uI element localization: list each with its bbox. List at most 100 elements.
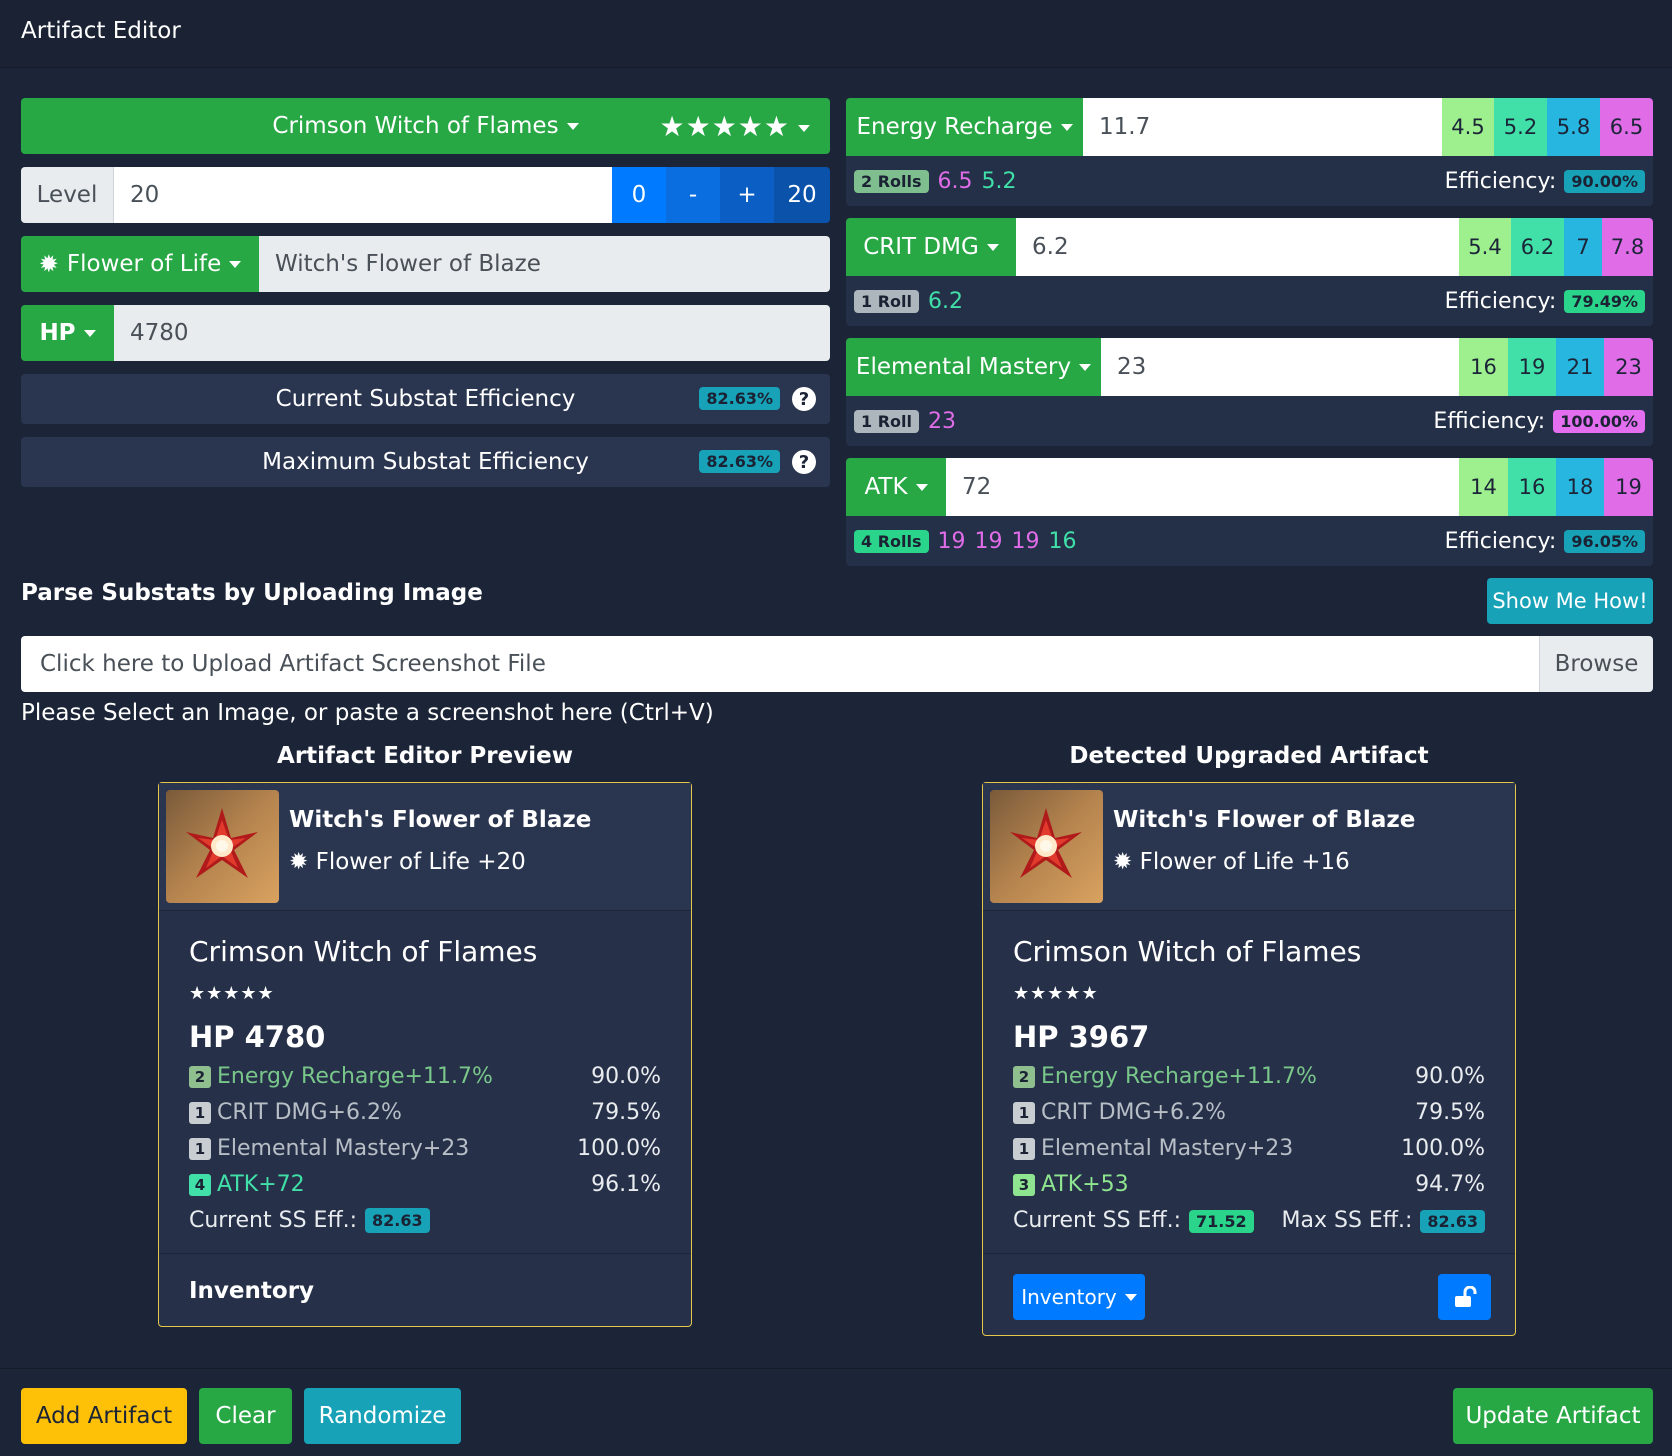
substat-value-input[interactable]: 6.2 xyxy=(1016,218,1459,276)
card-substat: 2 Energy Recharge+11.7% 90.0% xyxy=(1013,1064,1485,1089)
unlock-icon xyxy=(1454,1286,1476,1307)
artifact-name: Witch's Flower of Blaze xyxy=(1113,807,1416,833)
randomize-button[interactable]: Randomize xyxy=(304,1388,461,1444)
roll-option-button[interactable]: 4.5 xyxy=(1442,98,1494,156)
preview-right-heading: Detected Upgraded Artifact xyxy=(1069,743,1429,769)
artifact-image xyxy=(166,790,279,903)
level-plus-button[interactable]: + xyxy=(720,167,774,223)
flower-artwork xyxy=(1010,808,1082,878)
substat-dropdown[interactable]: Elemental Mastery xyxy=(846,338,1101,396)
unlock-button[interactable] xyxy=(1438,1274,1491,1320)
substat-value-input[interactable]: 11.7 xyxy=(1083,98,1442,156)
roll-option-button[interactable]: 21 xyxy=(1556,338,1604,396)
artifact-slot: ✹ Flower of Life +20 xyxy=(289,849,526,875)
substat-text: CRIT DMG+6.2% xyxy=(1041,1100,1226,1125)
slot-group: ✹ Flower of Life Witch's Flower of Blaze xyxy=(21,236,830,292)
roll-option-button[interactable]: 6.2 xyxy=(1511,218,1564,276)
substat-name: ATK xyxy=(864,474,927,500)
roll-option-button[interactable]: 19 xyxy=(1604,458,1653,516)
substat-text: Energy Recharge+11.7% xyxy=(1041,1064,1317,1089)
upload-input[interactable]: Click here to Upload Artifact Screenshot… xyxy=(21,636,1539,692)
roll-option-button[interactable]: 16 xyxy=(1508,458,1556,516)
help-icon[interactable]: ? xyxy=(792,450,816,474)
roll-count-badge: 4 xyxy=(189,1174,211,1196)
substat-value-input[interactable]: 72 xyxy=(946,458,1459,516)
roll-count-badge: 2 xyxy=(189,1066,211,1088)
flower-icon: ✹ xyxy=(289,849,316,875)
substat-value-input[interactable]: 23 xyxy=(1101,338,1459,396)
card-substat: 1 Elemental Mastery+23 100.0% xyxy=(1013,1136,1485,1161)
set-dropdown[interactable]: Crimson Witch of Flames ★★★★★ xyxy=(21,98,830,154)
level-input[interactable]: 20 xyxy=(114,167,612,223)
update-artifact-button[interactable]: Update Artifact xyxy=(1453,1388,1653,1444)
roll-option-button[interactable]: 19 xyxy=(1508,338,1556,396)
substat-block: Elemental Mastery 23 16 19 21 23 1 Roll … xyxy=(846,338,1653,458)
card-footer: Inventory xyxy=(159,1253,691,1327)
roll-option-button[interactable]: 5.2 xyxy=(1494,98,1547,156)
substat-dropdown[interactable]: Energy Recharge xyxy=(846,98,1083,156)
help-icon[interactable]: ? xyxy=(792,387,816,411)
level-max-button[interactable]: 20 xyxy=(774,167,830,223)
ss-eff-badge: 82.63 xyxy=(365,1208,430,1233)
upload-field[interactable]: Click here to Upload Artifact Screenshot… xyxy=(21,636,1653,692)
level-minus-button[interactable]: - xyxy=(666,167,720,223)
clear-button[interactable]: Clear xyxy=(199,1388,292,1444)
roll-option-button[interactable]: 5.8 xyxy=(1547,98,1600,156)
substat-dropdown[interactable]: ATK xyxy=(846,458,946,516)
substat-rolls-row: 1 Roll 23 Efficiency: 100.00% xyxy=(846,396,1653,446)
rarity-dropdown[interactable]: ★★★★★ xyxy=(659,110,810,143)
card-substat: 3 ATK+53 94.7% xyxy=(1013,1172,1485,1197)
roll-value: 5.2 xyxy=(981,168,1017,194)
show-me-how-button[interactable]: Show Me How! xyxy=(1487,578,1653,624)
substat-efficiency: 100.0% xyxy=(1401,1136,1485,1161)
max-efficiency-panel: Maximum Substat Efficiency 82.63% ? xyxy=(21,437,830,487)
roll-option-button[interactable]: 5.4 xyxy=(1459,218,1511,276)
roll-option-button[interactable]: 14 xyxy=(1459,458,1508,516)
substat-text: Elemental Mastery+23 xyxy=(217,1136,470,1161)
roll-value: 16 xyxy=(1048,528,1077,554)
card-ss-eff: Current SS Eff.: 71.52 Max SS Eff.: 82.63 xyxy=(1013,1208,1485,1233)
roll-count-badge: 1 xyxy=(1013,1138,1035,1160)
artifact-name-field[interactable]: Witch's Flower of Blaze xyxy=(259,236,830,292)
rolls-count-badge: 4 Rolls xyxy=(854,529,929,553)
roll-value: 19 xyxy=(974,528,1003,554)
substat-efficiency: 90.0% xyxy=(591,1064,661,1089)
browse-button[interactable]: Browse xyxy=(1539,636,1653,692)
current-efficiency-badge: 82.63% xyxy=(699,387,780,410)
efficiency-badge: 90.00% xyxy=(1564,169,1645,193)
current-efficiency-panel: Current Substat Efficiency 82.63% ? xyxy=(21,374,830,424)
inventory-dropdown[interactable]: Inventory xyxy=(1013,1274,1145,1320)
card-main-stat: HP 3967 xyxy=(1013,1020,1150,1054)
roll-option-button[interactable]: 16 xyxy=(1459,338,1508,396)
slot-dropdown[interactable]: ✹ Flower of Life xyxy=(21,236,259,292)
efficiency-badge: 96.05% xyxy=(1564,529,1645,553)
main-stat-value-field[interactable]: 4780 xyxy=(114,305,830,361)
flower-icon: ✹ xyxy=(1113,849,1140,875)
card-footer: Inventory xyxy=(983,1253,1515,1336)
substat-efficiency: 100.0% xyxy=(577,1136,661,1161)
max-efficiency-badge: 82.63% xyxy=(699,450,780,473)
card-substat: 2 Energy Recharge+11.7% 90.0% xyxy=(189,1064,661,1089)
rolls-count-badge: 2 Rolls xyxy=(854,169,929,193)
roll-option-button[interactable]: 23 xyxy=(1604,338,1653,396)
upload-heading: Parse Substats by Uploading Image xyxy=(21,580,483,606)
add-artifact-button[interactable]: Add Artifact xyxy=(21,1388,187,1444)
roll-option-button[interactable]: 7.8 xyxy=(1602,218,1653,276)
roll-option-button[interactable]: 7 xyxy=(1564,218,1602,276)
card-substat: 4 ATK+72 96.1% xyxy=(189,1172,661,1197)
substat-text: ATK+53 xyxy=(1041,1172,1129,1197)
roll-option-button[interactable]: 6.5 xyxy=(1600,98,1653,156)
substat-efficiency: 96.1% xyxy=(591,1172,661,1197)
roll-value: 6.5 xyxy=(937,168,973,194)
main-stat-dropdown[interactable]: HP xyxy=(21,305,114,361)
substat-efficiency: 79.5% xyxy=(1415,1100,1485,1125)
slot-label: Flower of Life xyxy=(67,251,241,277)
inventory-label: Inventory xyxy=(189,1278,315,1304)
app-header: Artifact Editor xyxy=(0,0,1672,68)
level-zero-button[interactable]: 0 xyxy=(612,167,666,223)
card-main-stat: HP 4780 xyxy=(189,1020,326,1054)
substat-dropdown[interactable]: CRIT DMG xyxy=(846,218,1016,276)
roll-option-button[interactable]: 18 xyxy=(1556,458,1604,516)
efficiency-label: Efficiency: xyxy=(1444,528,1557,554)
card-substat: 1 CRIT DMG+6.2% 79.5% xyxy=(189,1100,661,1125)
